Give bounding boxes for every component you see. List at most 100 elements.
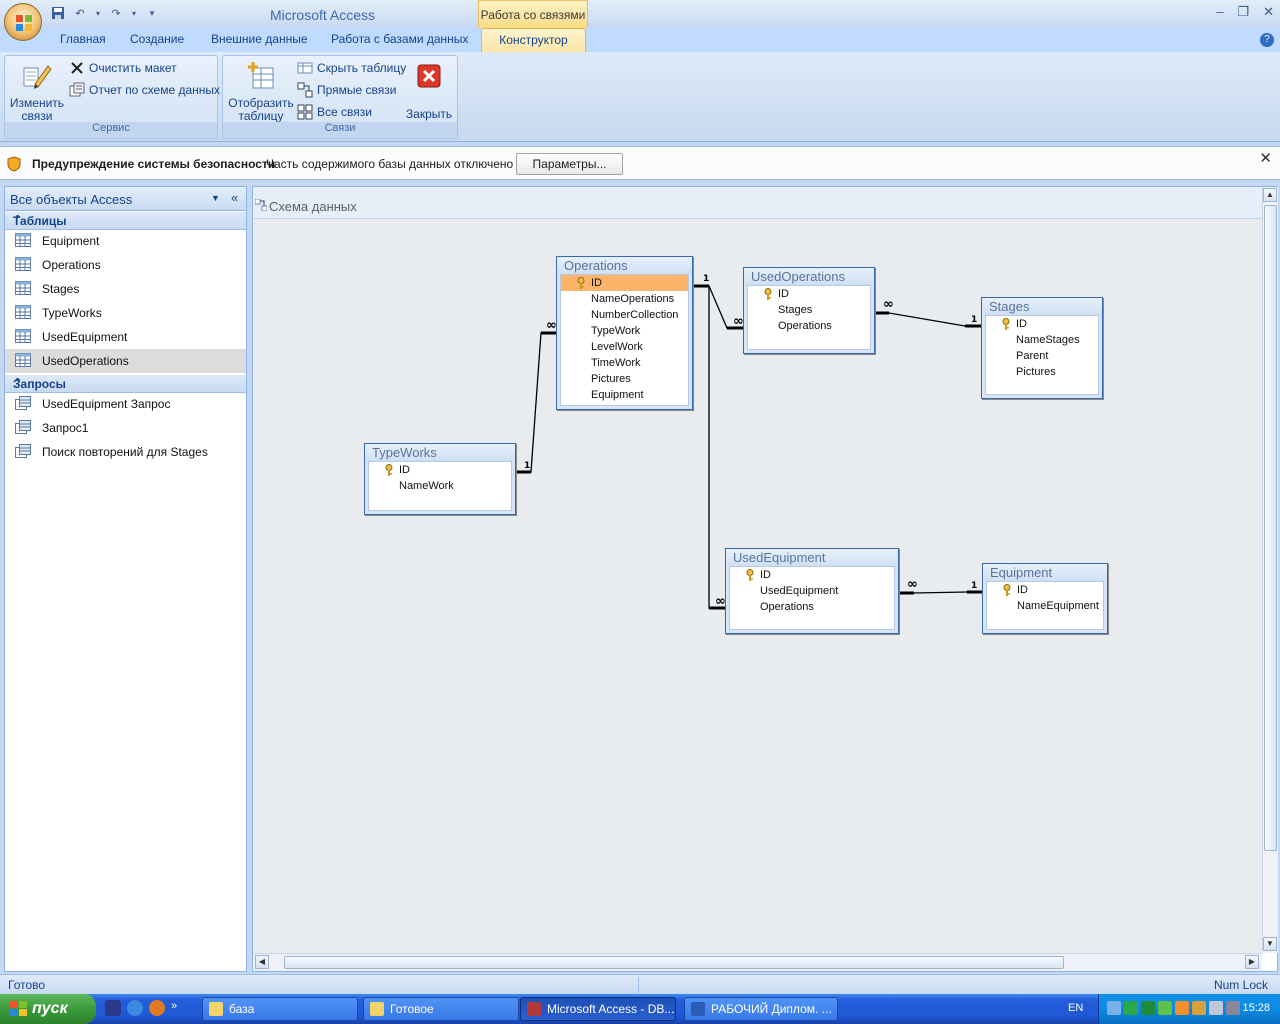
collapse-chevron-icon[interactable]: ⌃ xyxy=(13,376,236,389)
diagram-table-title[interactable]: Stages xyxy=(982,298,1102,315)
nav-table-item[interactable]: Stages xyxy=(5,277,246,301)
redo-dropdown-icon[interactable]: ▾ xyxy=(130,5,138,21)
diagram-table[interactable]: Equipment ID NameEquipment xyxy=(982,563,1108,634)
diagram-table-title[interactable]: Operations xyxy=(557,257,692,274)
close-security-bar-icon[interactable]: ✕ xyxy=(1259,149,1272,167)
tab-database-tools[interactable]: Работа с базами данных xyxy=(331,32,468,46)
close-relations-button[interactable]: Закрыть xyxy=(403,60,455,121)
nav-table-item[interactable]: Equipment xyxy=(5,229,246,253)
help-icon[interactable]: ? xyxy=(1260,33,1274,47)
nav-query-item[interactable]: Поиск повторений для Stages xyxy=(5,440,246,464)
horizontal-scrollbar[interactable]: ◀ ▶ xyxy=(253,953,1262,971)
antivirus-tray-icon[interactable] xyxy=(1175,1001,1189,1015)
taskbar-button[interactable]: база xyxy=(202,997,358,1021)
diagram-field[interactable]: ID xyxy=(748,286,870,302)
network-tray-icon[interactable] xyxy=(1107,1001,1121,1015)
diagram-field[interactable]: NameEquipment xyxy=(987,598,1103,614)
diagram-table-title[interactable]: Equipment xyxy=(983,564,1107,581)
close-icon[interactable]: ✕ xyxy=(1263,4,1274,20)
diagram-field[interactable]: UsedEquipment xyxy=(730,583,894,599)
update-tray-icon[interactable] xyxy=(1192,1001,1206,1015)
restore-icon[interactable]: ❐ xyxy=(1237,4,1249,20)
tab-home[interactable]: Главная xyxy=(60,32,106,46)
check-tray-icon[interactable] xyxy=(1158,1001,1172,1015)
diagram-field[interactable]: TimeWork xyxy=(561,355,688,371)
show-table-button[interactable]: Отобразить таблицу xyxy=(227,60,295,123)
diagram-table-title[interactable]: UsedEquipment xyxy=(726,549,898,566)
scroll-down-icon[interactable]: ▼ xyxy=(1263,937,1277,951)
collapse-chevron-icon[interactable]: ⌃ xyxy=(13,213,236,226)
relations-report-button[interactable]: Отчет по схеме данных xyxy=(69,82,220,98)
nav-query-item[interactable]: UsedEquipment Запрос xyxy=(5,392,246,416)
office-button[interactable] xyxy=(4,3,42,41)
diagram-field[interactable]: NumberCollection xyxy=(561,307,688,323)
diagram-field[interactable]: Stages xyxy=(748,302,870,318)
diagram-field[interactable]: NameOperations xyxy=(561,291,688,307)
direct-relations-button[interactable]: Прямые связи xyxy=(297,82,397,98)
tab-design[interactable]: Конструктор xyxy=(481,28,586,52)
hide-table-button[interactable]: Скрыть таблицу xyxy=(297,60,406,76)
app-tray-icon[interactable] xyxy=(1141,1001,1155,1015)
customize-qat-icon[interactable]: ▾ xyxy=(144,5,160,21)
more-launch-icon[interactable]: » xyxy=(171,1000,177,1016)
vertical-scrollbar[interactable]: ▲ ▼ xyxy=(1262,187,1278,953)
relationships-canvas[interactable]: 1 ∞ 1 ∞ 1 ∞ ∞ 1 ∞ Operations ID NameOperations Numb… xyxy=(253,219,1262,953)
language-indicator[interactable]: EN xyxy=(1068,1002,1083,1014)
taskbar-button[interactable]: РАБОЧИЙ Диплом. ... xyxy=(684,997,838,1021)
undo-dropdown-icon[interactable]: ▾ xyxy=(94,5,102,21)
diagram-table[interactable]: Operations ID NameOperations NumberCollecti… xyxy=(556,256,693,410)
nav-table-item[interactable]: TypeWorks xyxy=(5,301,246,325)
taskbar-button[interactable]: Microsoft Access - DB... xyxy=(520,997,676,1021)
redo-icon[interactable]: ↷ xyxy=(108,5,124,21)
diagram-field[interactable]: ID xyxy=(987,582,1103,598)
scroll-left-icon[interactable]: ◀ xyxy=(255,955,269,969)
diagram-table[interactable]: UsedEquipment ID UsedEquipment Operations xyxy=(725,548,899,634)
clear-layout-button[interactable]: Очистить макет xyxy=(69,60,177,76)
nav-query-item[interactable]: Запрос1 xyxy=(5,416,246,440)
diagram-field[interactable]: ID xyxy=(986,316,1098,332)
security-options-button[interactable]: Параметры... xyxy=(516,153,623,175)
collapse-pane-icon[interactable]: « xyxy=(231,190,238,205)
edit-relations-button[interactable]: Изменить связи xyxy=(9,60,65,123)
relationship-line[interactable] xyxy=(516,332,556,473)
vertical-scroll-thumb[interactable] xyxy=(1264,205,1277,851)
scroll-up-icon[interactable]: ▲ xyxy=(1263,188,1277,202)
diagram-field[interactable]: Operations xyxy=(748,318,870,334)
taskbar-button[interactable]: Готовое xyxy=(363,997,519,1021)
diagram-table-title[interactable]: TypeWorks xyxy=(365,444,515,461)
relationship-line[interactable] xyxy=(875,312,981,327)
diagram-field[interactable]: ID xyxy=(730,567,894,583)
diagram-field[interactable]: TypeWork xyxy=(561,323,688,339)
diagram-field[interactable]: Parent xyxy=(986,348,1098,364)
diagram-table[interactable]: Stages ID NameStages Parent Pictures xyxy=(981,297,1103,399)
diagram-field[interactable]: ID xyxy=(561,275,688,291)
ie-launch-icon[interactable] xyxy=(127,1000,143,1016)
nav-group-queries[interactable]: Запросы ⌃ xyxy=(5,375,246,393)
settings-tray-icon[interactable] xyxy=(1226,1001,1240,1015)
start-button[interactable]: пуск xyxy=(0,994,96,1024)
undo-icon[interactable]: ↶ xyxy=(72,5,88,21)
tab-external-data[interactable]: Внешние данные xyxy=(211,32,308,46)
firefox-launch-icon[interactable] xyxy=(149,1000,165,1016)
diagram-field[interactable]: Operations xyxy=(730,599,894,615)
nav-table-item[interactable]: UsedEquipment xyxy=(5,325,246,349)
access-launch-icon[interactable] xyxy=(105,1000,121,1016)
diagram-table[interactable]: TypeWorks ID NameWork xyxy=(364,443,516,515)
nav-table-item[interactable]: Operations xyxy=(5,253,246,277)
save-icon[interactable] xyxy=(50,5,66,21)
diagram-table-title[interactable]: UsedOperations xyxy=(744,268,874,285)
minimize-icon[interactable]: – xyxy=(1216,4,1223,20)
diagram-field[interactable]: LevelWork xyxy=(561,339,688,355)
diagram-table[interactable]: UsedOperations ID Stages Operations xyxy=(743,267,875,354)
volume-tray-icon[interactable] xyxy=(1209,1001,1223,1015)
relationship-line[interactable] xyxy=(693,285,725,609)
diagram-field[interactable]: ID xyxy=(369,462,511,478)
nav-group-tables[interactable]: Таблицы ⌃ xyxy=(5,212,246,230)
diagram-field[interactable]: Pictures xyxy=(986,364,1098,380)
nav-table-item[interactable]: UsedOperations xyxy=(5,349,246,373)
diagram-field[interactable]: Equipment xyxy=(561,387,688,403)
diagram-field[interactable]: Pictures xyxy=(561,371,688,387)
document-tab[interactable]: Схема данных xyxy=(253,187,1262,219)
skype-tray-icon[interactable] xyxy=(1124,1001,1138,1015)
all-relations-button[interactable]: Все связи xyxy=(297,104,372,120)
